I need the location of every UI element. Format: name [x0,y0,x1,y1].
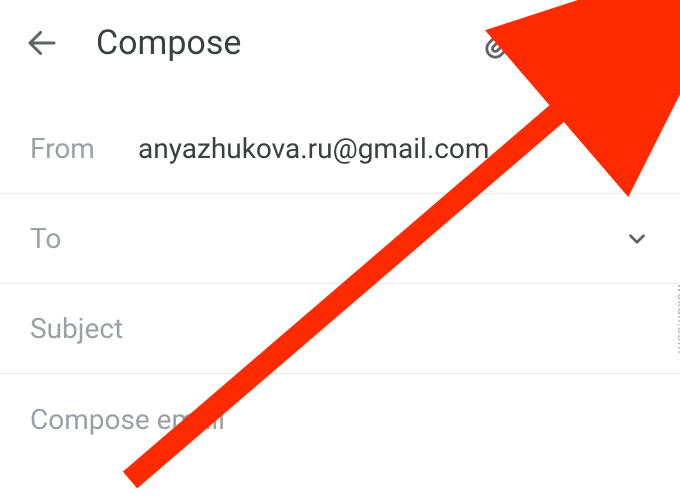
compose-body-input[interactable]: Compose email [30,403,225,436]
send-icon[interactable] [562,25,598,61]
to-label: To [30,222,138,255]
from-chevron-down-icon[interactable] [624,136,650,162]
more-menu-icon[interactable] [642,26,652,60]
page-title: Compose [96,23,484,63]
attach-icon[interactable] [484,26,518,60]
watermark: wsxdn.com [674,283,680,354]
to-chevron-down-icon[interactable] [624,226,650,252]
compose-header: Compose [0,0,680,86]
from-value: anyazhukova.ru@gmail.com [138,132,489,165]
from-row[interactable]: From anyazhukova.ru@gmail.com [0,104,680,194]
body-row[interactable]: Compose email [0,374,680,464]
header-actions [484,25,656,61]
to-row[interactable]: To [0,194,680,284]
subject-row[interactable]: Subject [0,284,680,374]
subject-input[interactable]: Subject [30,312,123,345]
from-label: From [30,132,138,165]
back-icon[interactable] [24,25,60,61]
